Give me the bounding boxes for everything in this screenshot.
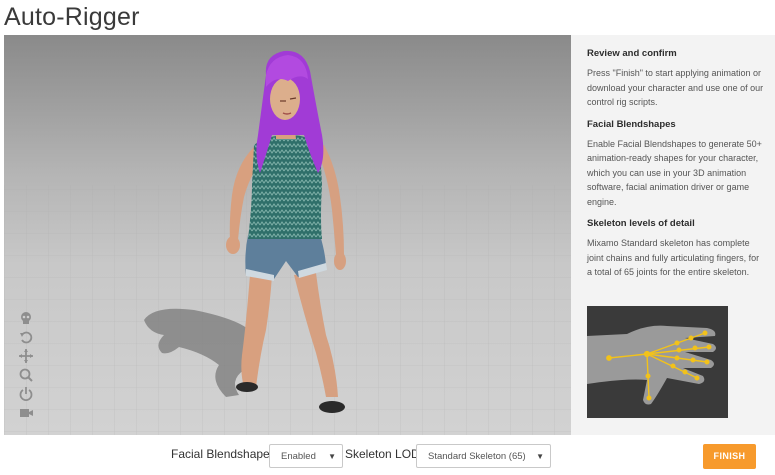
rotate-icon[interactable] — [18, 386, 34, 402]
page-title: Auto-Rigger — [4, 3, 140, 31]
3d-viewport[interactable] — [4, 35, 571, 435]
info-sidebar: Review and confirm Press "Finish" to sta… — [571, 35, 775, 435]
finish-button[interactable]: FINISH — [703, 444, 756, 469]
zoom-icon[interactable] — [18, 367, 34, 383]
review-heading: Review and confirm — [587, 48, 677, 59]
undo-icon[interactable] — [18, 329, 34, 345]
skeleton-hand-image — [587, 306, 728, 418]
blendshapes-label: Facial Blendshapes — [171, 447, 276, 461]
camera-icon[interactable] — [18, 405, 34, 421]
blendshapes-text: Enable Facial Blendshapes to generate 50… — [587, 138, 762, 207]
blendshapes-select[interactable]: Enabled ▼ — [269, 444, 343, 468]
chevron-down-icon: ▼ — [328, 452, 336, 461]
review-text: Press "Finish" to start applying animati… — [587, 68, 764, 107]
lod-select[interactable]: Standard Skeleton (65) ▼ — [416, 444, 551, 468]
lod-label: Skeleton LOD — [345, 447, 420, 461]
chevron-down-icon: ▼ — [536, 452, 544, 461]
lod-selected-value: Standard Skeleton (65) — [428, 451, 526, 462]
lod-text: Mixamo Standard skeleton has complete jo… — [587, 238, 760, 277]
blendshapes-heading: Facial Blendshapes — [587, 118, 676, 130]
character-scene — [4, 50, 571, 435]
skull-icon[interactable] — [18, 310, 34, 326]
lod-heading: Skeleton levels of detail — [587, 218, 695, 229]
move-icon[interactable] — [18, 348, 34, 364]
blendshapes-selected-value: Enabled — [281, 451, 316, 462]
viewport-toolbar — [18, 310, 34, 424]
footer-bar: Facial Blendshapes Enabled ▼ Skeleton LO… — [0, 435, 775, 475]
